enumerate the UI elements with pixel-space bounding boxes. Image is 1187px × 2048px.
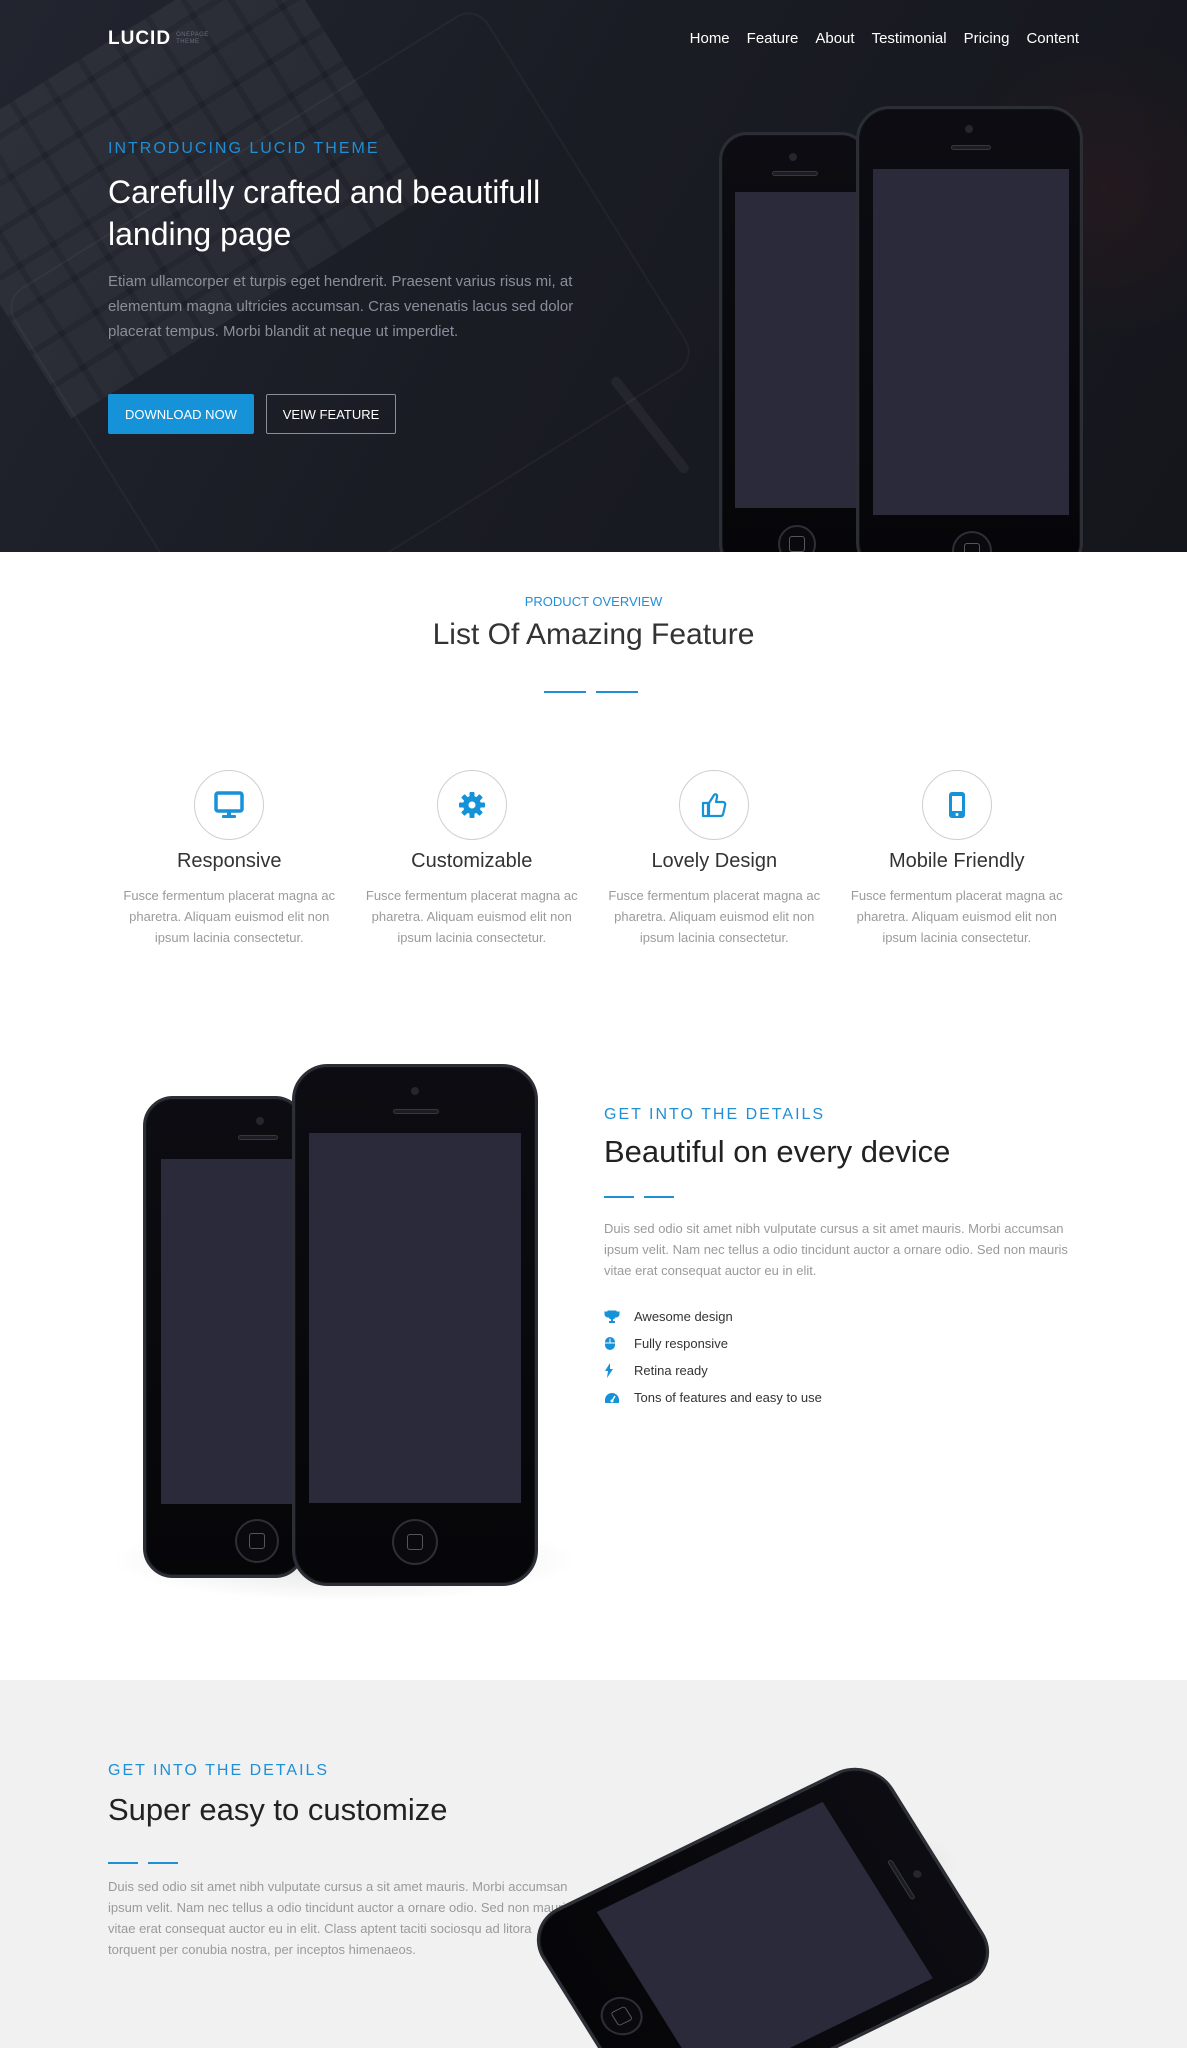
customize-phone-tilted <box>521 1754 1005 2048</box>
customize-text: GET INTO THE DETAILS Super easy to custo… <box>108 1762 578 1960</box>
monitor-icon <box>194 770 265 840</box>
phone-home-button <box>235 1519 279 1563</box>
phone-screen <box>735 192 859 508</box>
feature-title: Customizable <box>411 850 533 872</box>
feature-grid: Responsive Fusce fermentum placerat magn… <box>108 770 1078 948</box>
feature-card: Customizable Fusce fermentum placerat ma… <box>351 770 594 948</box>
feature-title: Lovely Design <box>651 850 778 872</box>
phone-camera <box>911 1868 924 1880</box>
customize-description: Duis sed odio sit amet nibh vulputate cu… <box>108 1879 572 1957</box>
phone-speaker <box>772 171 818 176</box>
phone-screen <box>161 1159 306 1504</box>
feature-description: Fusce fermentum placerat magna ac pharet… <box>123 888 336 945</box>
details-title: Beautiful on every device <box>604 1134 951 1169</box>
title-divider <box>108 1862 178 1864</box>
hero-section: LUCID ONEPAGE THEME Home Feature About T… <box>0 0 1187 552</box>
hero-phone-back <box>719 132 869 552</box>
phone-home-button <box>952 531 992 552</box>
phone-screen <box>873 169 1069 515</box>
logo-subtitle-line-1: ONEPAGE <box>176 32 209 38</box>
logo-subtitle: ONEPAGE THEME <box>176 32 209 46</box>
feature-title: Mobile Friendly <box>888 850 1025 872</box>
feature-description: Fusce fermentum placerat magna ac pharet… <box>365 888 578 945</box>
nav-link-about[interactable]: About <box>815 30 854 47</box>
feature-description: Fusce fermentum placerat magna ac pharet… <box>608 888 821 945</box>
title-divider <box>544 691 638 693</box>
thumbs-up-icon <box>679 770 750 840</box>
details-section: GET INTO THE DETAILS Beautiful on every … <box>0 972 1187 1680</box>
list-item-label: Tons of features and easy to use <box>634 1390 822 1405</box>
top-navigation: LUCID ONEPAGE THEME Home Feature About T… <box>108 28 1079 52</box>
logo[interactable]: LUCID ONEPAGE THEME <box>108 28 209 50</box>
hero-eyebrow: INTRODUCING LUCID THEME <box>108 140 380 157</box>
title-divider <box>604 1196 674 1198</box>
hero-description: Etiam ullamcorper et turpis eget hendrer… <box>108 273 574 340</box>
list-item-label: Awesome design <box>634 1309 733 1324</box>
nav-link-content[interactable]: Content <box>1026 30 1079 47</box>
customize-section: GET INTO THE DETAILS Super easy to custo… <box>0 1680 1187 2048</box>
nav-link-pricing[interactable]: Pricing <box>964 30 1010 47</box>
phone-camera <box>411 1087 419 1095</box>
nav-link-home[interactable]: Home <box>690 30 730 47</box>
phone-speaker <box>886 1859 916 1901</box>
phone-home-button <box>592 1990 651 2042</box>
phone-speaker <box>393 1109 439 1114</box>
logo-subtitle-line-2: THEME <box>176 39 200 45</box>
phone-speaker <box>238 1135 278 1140</box>
hero-buttons: DOWNLOAD NOW VEIW FEATURE <box>108 394 588 434</box>
download-now-button[interactable]: DOWNLOAD NOW <box>108 394 254 434</box>
details-phone-back <box>143 1096 306 1578</box>
mouse-icon <box>604 1336 634 1351</box>
phone-screen <box>309 1133 521 1503</box>
feature-card: Lovely Design Fusce fermentum placerat m… <box>593 770 836 948</box>
hero-phone-front <box>856 106 1083 552</box>
list-item-label: Retina ready <box>634 1363 708 1378</box>
hero-title-line-1: Carefully crafted and beautifull <box>108 174 541 210</box>
hero-title: Carefully crafted and beautifull landing… <box>108 171 588 255</box>
gear-icon <box>436 770 507 840</box>
phone-home-button <box>778 525 816 552</box>
customize-eyebrow: GET INTO THE DETAILS <box>108 1762 330 1779</box>
feature-card: Mobile Friendly Fusce fermentum placerat… <box>836 770 1079 948</box>
list-item: Awesome design <box>604 1303 1080 1330</box>
customize-title: Super easy to customize <box>108 1792 448 1827</box>
list-item: Tons of features and easy to use <box>604 1384 1080 1411</box>
overview-label: PRODUCT OVERVIEW <box>524 594 663 609</box>
product-overview-section: PRODUCT OVERVIEW List Of Amazing Feature… <box>0 552 1187 972</box>
phone-speaker <box>951 145 991 150</box>
view-feature-button[interactable]: VEIW FEATURE <box>266 394 396 434</box>
list-item: Fully responsive <box>604 1330 1080 1357</box>
nav-link-testimonial[interactable]: Testimonial <box>872 30 947 47</box>
phone-camera <box>789 153 797 161</box>
bolt-icon <box>604 1363 634 1378</box>
feature-card: Responsive Fusce fermentum placerat magn… <box>108 770 351 948</box>
list-item-label: Fully responsive <box>634 1336 728 1351</box>
details-description: Duis sed odio sit amet nibh vulputate cu… <box>604 1221 1068 1278</box>
logo-text: LUCID <box>108 28 172 49</box>
trophy-icon <box>604 1310 634 1324</box>
overview-title: List Of Amazing Feature <box>432 618 755 651</box>
details-feature-list: Awesome design Fully responsive Retina r… <box>604 1303 1080 1411</box>
phone-home-button <box>392 1519 438 1565</box>
hero-title-line-2: landing page <box>108 216 292 252</box>
list-item: Retina ready <box>604 1357 1080 1384</box>
phone-camera <box>965 125 973 133</box>
phone-screen <box>596 1801 933 2048</box>
details-phone-front <box>292 1064 538 1586</box>
mobile-icon <box>921 770 992 840</box>
feature-title: Responsive <box>176 850 282 872</box>
feature-description: Fusce fermentum placerat magna ac pharet… <box>850 888 1063 945</box>
phone-camera <box>256 1117 264 1125</box>
nav-link-feature[interactable]: Feature <box>747 30 799 47</box>
dashboard-icon <box>604 1392 634 1404</box>
nav-links: Home Feature About Testimonial Pricing C… <box>690 30 1079 47</box>
details-text: GET INTO THE DETAILS Beautiful on every … <box>604 1106 1080 1411</box>
hero-text: INTRODUCING LUCID THEME Carefully crafte… <box>108 140 588 434</box>
details-eyebrow: GET INTO THE DETAILS <box>604 1106 826 1123</box>
